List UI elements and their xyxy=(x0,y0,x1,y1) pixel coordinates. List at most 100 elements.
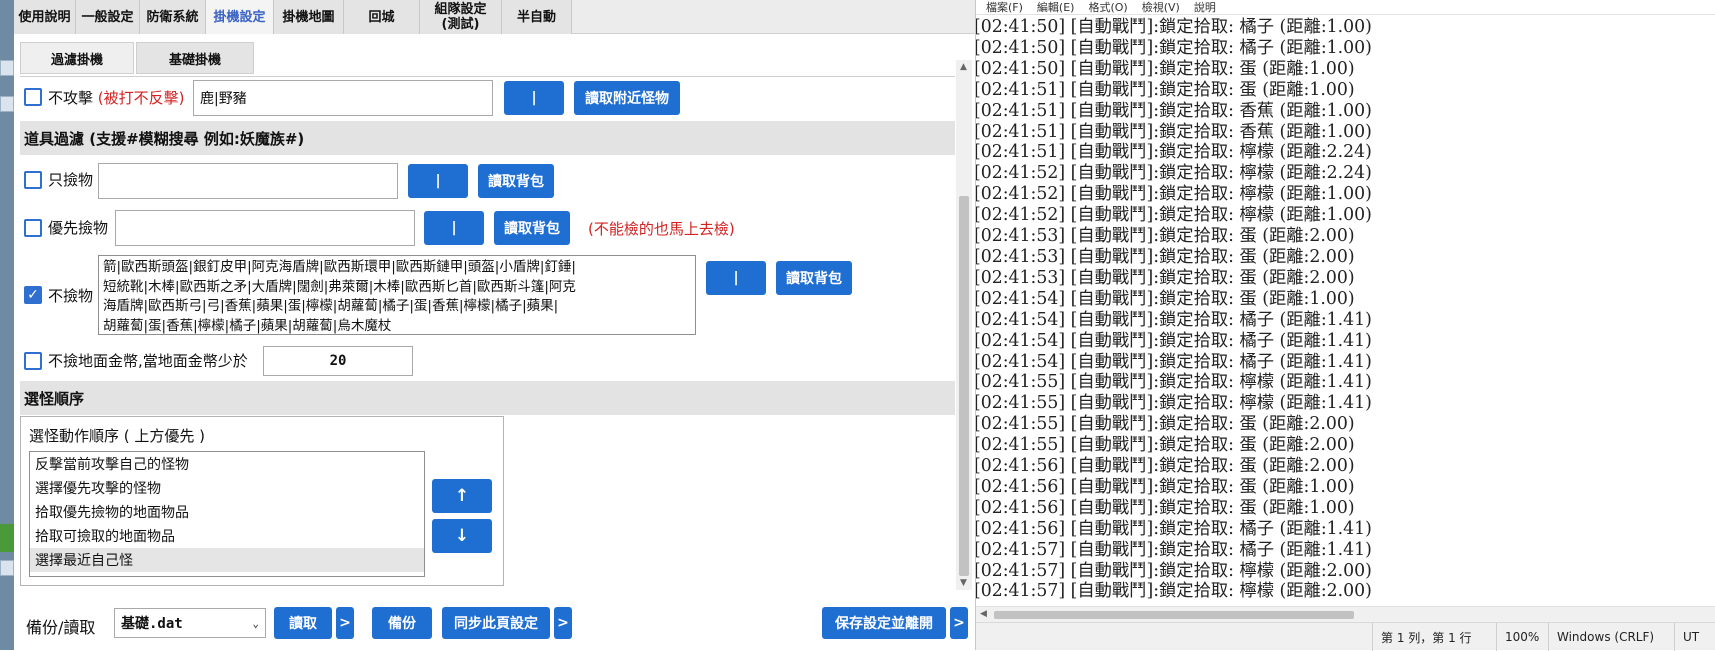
encoding: UT xyxy=(1674,623,1715,651)
profile-file-select[interactable]: 基礎.dat ⌄ xyxy=(114,608,266,638)
notepad-text-area[interactable]: [02:41:50] [自動戰鬥]:鎖定拾取: 橘子 (距離:1.00) [02:… xyxy=(976,17,1715,607)
log-line: [02:41:53] [自動戰鬥]:鎖定拾取: 蛋 (距離:2.00) xyxy=(976,226,1355,247)
backup-read-label: 備份/讀取 xyxy=(26,618,96,637)
no-pick-read-bag-button[interactable]: 讀取背包 xyxy=(776,261,852,295)
tab-semi-auto[interactable]: 半自動 xyxy=(502,0,572,34)
notepad-horizontal-scrollbar[interactable]: ◀ xyxy=(976,606,1715,622)
action-order-list[interactable]: 反擊當前攻擊自己的怪物 選擇優先攻擊的怪物 拾取優先撿物的地面物品 拾取可撿取的… xyxy=(29,451,425,577)
priority-pick-separator-button[interactable]: | xyxy=(424,211,484,245)
scroll-down-icon[interactable]: ▼ xyxy=(960,578,967,588)
no-pick-line: 海盾牌|歐西斯弓|弓|香蕉|蘋果|蛋|檸檬|胡蘿蔔|橘子|蛋|香蕉|檸檬|橘子|… xyxy=(103,298,559,314)
gold-threshold-input[interactable]: 20 xyxy=(263,346,413,376)
sync-page-settings-button[interactable]: 同步此頁設定 xyxy=(442,607,550,639)
only-pick-separator-button[interactable]: | xyxy=(408,164,468,198)
tab-hangup-settings[interactable]: 掛機設定 xyxy=(206,0,274,34)
menu-view[interactable]: 檢視(V) xyxy=(1142,0,1180,15)
tab-general[interactable]: 一般設定 xyxy=(76,0,140,34)
scroll-left-icon[interactable]: ◀ xyxy=(980,609,987,619)
no-attack-separator-button[interactable]: | xyxy=(504,81,564,115)
log-line: [02:41:53] [自動戰鬥]:鎖定拾取: 蛋 (距離:2.00) xyxy=(976,267,1355,288)
log-line: [02:41:55] [自動戰鬥]:鎖定拾取: 蛋 (距離:2.00) xyxy=(976,414,1355,435)
no-pick-separator-button[interactable]: | xyxy=(706,261,766,295)
tab-hangup-map[interactable]: 掛機地圖 xyxy=(274,0,344,34)
read-profile-button[interactable]: 讀取 xyxy=(274,607,332,639)
menu-help[interactable]: 說明 xyxy=(1194,0,1216,15)
strip-widget xyxy=(0,60,14,76)
log-line: [02:41:51] [自動戰鬥]:鎖定拾取: 檸檬 (距離:2.24) xyxy=(976,142,1372,163)
strip-widget xyxy=(0,96,14,112)
notepad-window: 檔案(F) 編輯(E) 格式(O) 檢視(V) 說明 [02:41:50] [自… xyxy=(975,0,1715,651)
list-item[interactable]: 反擊當前攻擊自己的怪物 xyxy=(30,452,424,476)
list-item[interactable]: 選擇優先攻擊的怪物 xyxy=(30,476,424,500)
log-line: [02:41:52] [自動戰鬥]:鎖定拾取: 檸檬 (距離:1.00) xyxy=(976,184,1372,205)
dropdown-chevron-icon[interactable]: ⌄ xyxy=(252,617,259,630)
no-attack-note: (被打不反擊) xyxy=(97,89,185,107)
log-line: [02:41:56] [自動戰鬥]:鎖定拾取: 蛋 (距離:1.00) xyxy=(976,476,1355,497)
log-line: [02:41:51] [自動戰鬥]:鎖定拾取: 香蕉 (距離:1.00) xyxy=(976,121,1372,142)
log-line: [02:41:57] [自動戰鬥]:鎖定拾取: 檸檬 (距離:2.00) xyxy=(976,560,1372,581)
priority-pick-checkbox[interactable] xyxy=(24,219,42,237)
save-and-exit-button[interactable]: 保存設定並離開 xyxy=(822,607,946,639)
footer-bar: 備份/讀取 基礎.dat ⌄ 讀取 > 備份 同步此頁設定 > 保存設定並離開 … xyxy=(14,602,975,650)
no-pick-line: 胡蘿蔔|蛋|香蕉|檸檬|橘子|蘋果|胡蘿蔔|烏木魔杖 xyxy=(103,317,392,334)
priority-pick-input[interactable] xyxy=(115,210,415,246)
no-pick-checkbox[interactable]: ✓ xyxy=(24,286,42,304)
backup-button[interactable]: 備份 xyxy=(372,607,432,639)
tab-defense[interactable]: 防衛系統 xyxy=(140,0,206,34)
list-item[interactable]: 拾取優先撿物的地面物品 xyxy=(30,500,424,524)
item-filter-header: 道具過濾 (支援#模糊搜尋 例如:妖魔族#) xyxy=(20,121,955,155)
log-line: [02:41:52] [自動戰鬥]:鎖定拾取: 檸檬 (距離:2.24) xyxy=(976,163,1372,184)
tab-party-test[interactable]: 組隊設定 (測試) xyxy=(420,0,502,34)
profile-file-value: 基礎.dat xyxy=(121,616,183,632)
scrollbar-thumb[interactable] xyxy=(994,611,1354,619)
log-line: [02:41:56] [自動戰鬥]:鎖定拾取: 橘子 (距離:1.41) xyxy=(976,518,1372,539)
subtab-basic[interactable]: 基礎掛機 xyxy=(136,42,254,74)
checkmark-icon: ✓ xyxy=(27,287,39,303)
action-order-group: 選怪動作順序 ( 上方優先 ) 反擊當前攻擊自己的怪物 選擇優先攻擊的怪物 拾取… xyxy=(20,416,504,586)
log-line: [02:41:56] [自動戰鬥]:鎖定拾取: 蛋 (距離:2.00) xyxy=(976,456,1355,477)
menu-format[interactable]: 格式(O) xyxy=(1088,0,1127,15)
strip-green-icon xyxy=(0,524,14,552)
list-item-selected[interactable]: 選擇最近自己怪 xyxy=(30,548,424,572)
only-pick-checkbox[interactable] xyxy=(24,171,42,189)
left-edge-strip xyxy=(0,0,14,650)
scroll-up-icon[interactable]: ▲ xyxy=(960,62,967,72)
monster-order-header: 選怪順序 xyxy=(20,381,955,415)
menu-file[interactable]: 檔案(F) xyxy=(986,0,1023,15)
sync-more-button[interactable]: > xyxy=(554,607,572,639)
no-attack-input[interactable]: 鹿|野豬 xyxy=(193,80,493,116)
divider xyxy=(20,76,955,77)
no-attack-checkbox[interactable] xyxy=(24,88,42,106)
notepad-menu-bar: 檔案(F) 編輯(E) 格式(O) 檢視(V) 說明 xyxy=(976,0,1715,15)
tab-usage[interactable]: 使用說明 xyxy=(14,0,76,34)
read-more-button[interactable]: > xyxy=(336,607,354,639)
log-line: [02:41:54] [自動戰鬥]:鎖定拾取: 橘子 (距離:1.41) xyxy=(976,330,1372,351)
menu-edit[interactable]: 編輯(E) xyxy=(1037,0,1075,15)
scrollbar-thumb[interactable] xyxy=(959,196,969,576)
arrow-up-icon[interactable]: ↑ xyxy=(432,479,492,513)
only-pick-input[interactable] xyxy=(98,163,398,199)
tab-return-town[interactable]: 回城 xyxy=(344,0,420,34)
no-pick-line: 短統靴|木棒|歐西斯之矛|大盾牌|闊劍|弗萊爾|木棒|歐西斯匕首|歐西斯斗篷|阿… xyxy=(103,278,576,295)
list-item[interactable]: 拾取可撿取的地面物品 xyxy=(30,524,424,548)
read-nearby-monsters-button[interactable]: 讀取附近怪物 xyxy=(574,81,680,115)
priority-pick-read-bag-button[interactable]: 讀取背包 xyxy=(494,211,570,245)
log-line: [02:41:56] [自動戰鬥]:鎖定拾取: 蛋 (距離:1.00) xyxy=(976,497,1355,518)
priority-pick-note: (不能檢的也馬上去檢) xyxy=(588,220,735,238)
log-line: [02:41:57] [自動戰鬥]:鎖定拾取: 檸檬 (距離:2.00) xyxy=(976,581,1372,602)
settings-scrollbar[interactable]: ▲ ▼ xyxy=(956,60,972,590)
gold-threshold-checkbox[interactable] xyxy=(24,352,42,370)
no-pick-line: 箭|歐西斯頭盔|銀釘皮甲|阿克海盾牌|歐西斯環甲|歐西斯鏈甲|頭盔|小盾牌|釘錘… xyxy=(103,259,576,275)
log-line: [02:41:54] [自動戰鬥]:鎖定拾取: 蛋 (距離:1.00) xyxy=(976,288,1355,309)
only-pick-read-bag-button[interactable]: 讀取背包 xyxy=(478,164,554,198)
no-pick-textarea[interactable]: 箭|歐西斯頭盔|銀釘皮甲|阿克海盾牌|歐西斯環甲|歐西斯鏈甲|頭盔|小盾牌|釘錘… xyxy=(98,255,696,335)
log-line: [02:41:50] [自動戰鬥]:鎖定拾取: 橘子 (距離:1.00) xyxy=(976,37,1372,58)
priority-pick-label: 優先撿物 xyxy=(48,219,109,237)
arrow-down-icon[interactable]: ↓ xyxy=(432,519,492,553)
gold-threshold-label: 不撿地面金幣,當地面金幣少於 xyxy=(48,352,248,370)
save-more-button[interactable]: > xyxy=(950,607,968,639)
log-line: [02:41:50] [自動戰鬥]:鎖定拾取: 蛋 (距離:1.00) xyxy=(976,58,1355,79)
log-line: [02:41:50] [自動戰鬥]:鎖定拾取: 橘子 (距離:1.00) xyxy=(976,17,1372,37)
subtab-filter[interactable]: 過濾掛機 xyxy=(20,42,134,74)
log-line: [02:41:51] [自動戰鬥]:鎖定拾取: 蛋 (距離:1.00) xyxy=(976,79,1355,100)
